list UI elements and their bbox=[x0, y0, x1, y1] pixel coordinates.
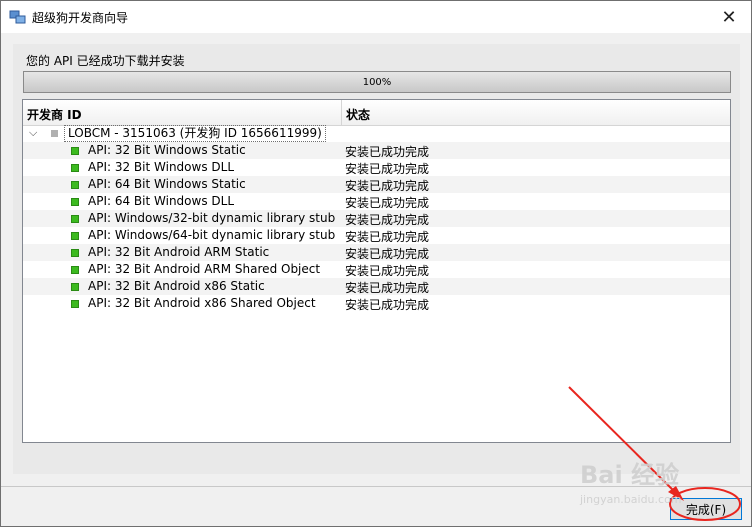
tree-item-row[interactable]: API: Windows/64-bit dynamic library stub… bbox=[23, 227, 730, 244]
progress-bar: 100% bbox=[23, 71, 731, 93]
install-status: 安装已成功完成 bbox=[345, 247, 430, 261]
api-label: API: 32 Bit Android x86 Static bbox=[88, 279, 265, 293]
column-label: 开发商 ID bbox=[27, 108, 82, 122]
tree-item-row[interactable]: API: 32 Bit Android ARM Shared Object 安装已… bbox=[23, 261, 730, 278]
installed-status-icon bbox=[71, 198, 79, 206]
api-label: API: 32 Bit Android ARM Static bbox=[88, 245, 270, 259]
installed-status-icon bbox=[71, 181, 79, 189]
window-title: 超级狗开发商向导 bbox=[32, 11, 129, 25]
install-status: 安装已成功完成 bbox=[345, 298, 430, 312]
tree-item-row[interactable]: API: 32 Bit Android ARM Static 安装已成功完成 bbox=[23, 244, 730, 261]
api-label: API: Windows/32-bit dynamic library stub bbox=[88, 211, 336, 225]
title-bar: 超级狗开发商向导 ✕ bbox=[1, 1, 751, 33]
tree-item-row[interactable]: API: 64 Bit Windows Static 安装已成功完成 bbox=[23, 176, 730, 193]
status-message: 您的 API 已经成功下载并安装 bbox=[26, 54, 185, 68]
install-status: 安装已成功完成 bbox=[345, 213, 430, 227]
api-label: API: 32 Bit Android x86 Shared Object bbox=[88, 296, 316, 310]
installed-status-icon bbox=[71, 283, 79, 291]
column-label: 状态 bbox=[346, 108, 371, 122]
tree-item-row[interactable]: API: Windows/32-bit dynamic library stub… bbox=[23, 210, 730, 227]
install-status: 安装已成功完成 bbox=[345, 230, 430, 244]
footer-divider bbox=[1, 486, 751, 487]
tree-item-row[interactable]: API: 32 Bit Android x86 Shared Object 安装已… bbox=[23, 295, 730, 312]
tree-item-row[interactable]: API: 32 Bit Windows DLL 安装已成功完成 bbox=[23, 159, 730, 176]
install-status: 安装已成功完成 bbox=[345, 179, 430, 193]
api-label: API: 64 Bit Windows DLL bbox=[88, 194, 235, 208]
finish-button[interactable]: 完成(F) bbox=[670, 498, 742, 520]
installed-status-icon bbox=[71, 164, 79, 172]
close-button[interactable]: ✕ bbox=[707, 1, 751, 33]
column-header-developer-id[interactable]: 开发商 ID bbox=[23, 100, 342, 125]
api-label: API: 32 Bit Windows DLL bbox=[88, 160, 235, 174]
install-status: 安装已成功完成 bbox=[345, 145, 430, 159]
tree-item-row[interactable]: API: 32 Bit Windows Static 安装已成功完成 bbox=[23, 142, 730, 159]
content-panel: 您的 API 已经成功下载并安装 100% 开发商 ID 状态 ⌵ LOBCM … bbox=[13, 44, 740, 474]
api-label: API: 64 Bit Windows Static bbox=[88, 177, 246, 191]
installed-status-icon bbox=[71, 232, 79, 240]
api-tree-view[interactable]: 开发商 ID 状态 ⌵ LOBCM - 3151063 (开发狗 ID 1656… bbox=[22, 99, 731, 443]
install-status: 安装已成功完成 bbox=[345, 162, 430, 176]
api-label: API: 32 Bit Android ARM Shared Object bbox=[88, 262, 321, 276]
column-header-status[interactable]: 状态 bbox=[342, 100, 730, 125]
installed-status-icon bbox=[71, 300, 79, 308]
tree-item-row[interactable]: API: 32 Bit Android x86 Static 安装已成功完成 bbox=[23, 278, 730, 295]
tree-item-row[interactable]: API: 64 Bit Windows DLL 安装已成功完成 bbox=[23, 193, 730, 210]
installed-status-icon bbox=[71, 266, 79, 274]
root-label: LOBCM - 3151063 (开发狗 ID 1656611999) bbox=[64, 125, 326, 142]
installed-status-icon bbox=[71, 215, 79, 223]
tree-root-row[interactable]: ⌵ LOBCM - 3151063 (开发狗 ID 1656611999) bbox=[23, 125, 730, 142]
wizard-window: 超级狗开发商向导 ✕ 您的 API 已经成功下载并安装 100% 开发商 ID … bbox=[0, 0, 752, 527]
install-status: 安装已成功完成 bbox=[345, 264, 430, 278]
expand-chevron-icon[interactable]: ⌵ bbox=[29, 126, 41, 140]
progress-text: 100% bbox=[362, 76, 392, 88]
app-icon bbox=[9, 10, 26, 24]
installed-status-icon bbox=[71, 249, 79, 257]
api-label: API: Windows/64-bit dynamic library stub bbox=[88, 228, 336, 242]
install-status: 安装已成功完成 bbox=[345, 196, 430, 210]
node-icon bbox=[51, 130, 58, 137]
close-icon: ✕ bbox=[721, 6, 737, 28]
tree-header: 开发商 ID 状态 bbox=[23, 100, 730, 126]
api-label: API: 32 Bit Windows Static bbox=[88, 143, 246, 157]
install-status: 安装已成功完成 bbox=[345, 281, 430, 295]
installed-status-icon bbox=[71, 147, 79, 155]
